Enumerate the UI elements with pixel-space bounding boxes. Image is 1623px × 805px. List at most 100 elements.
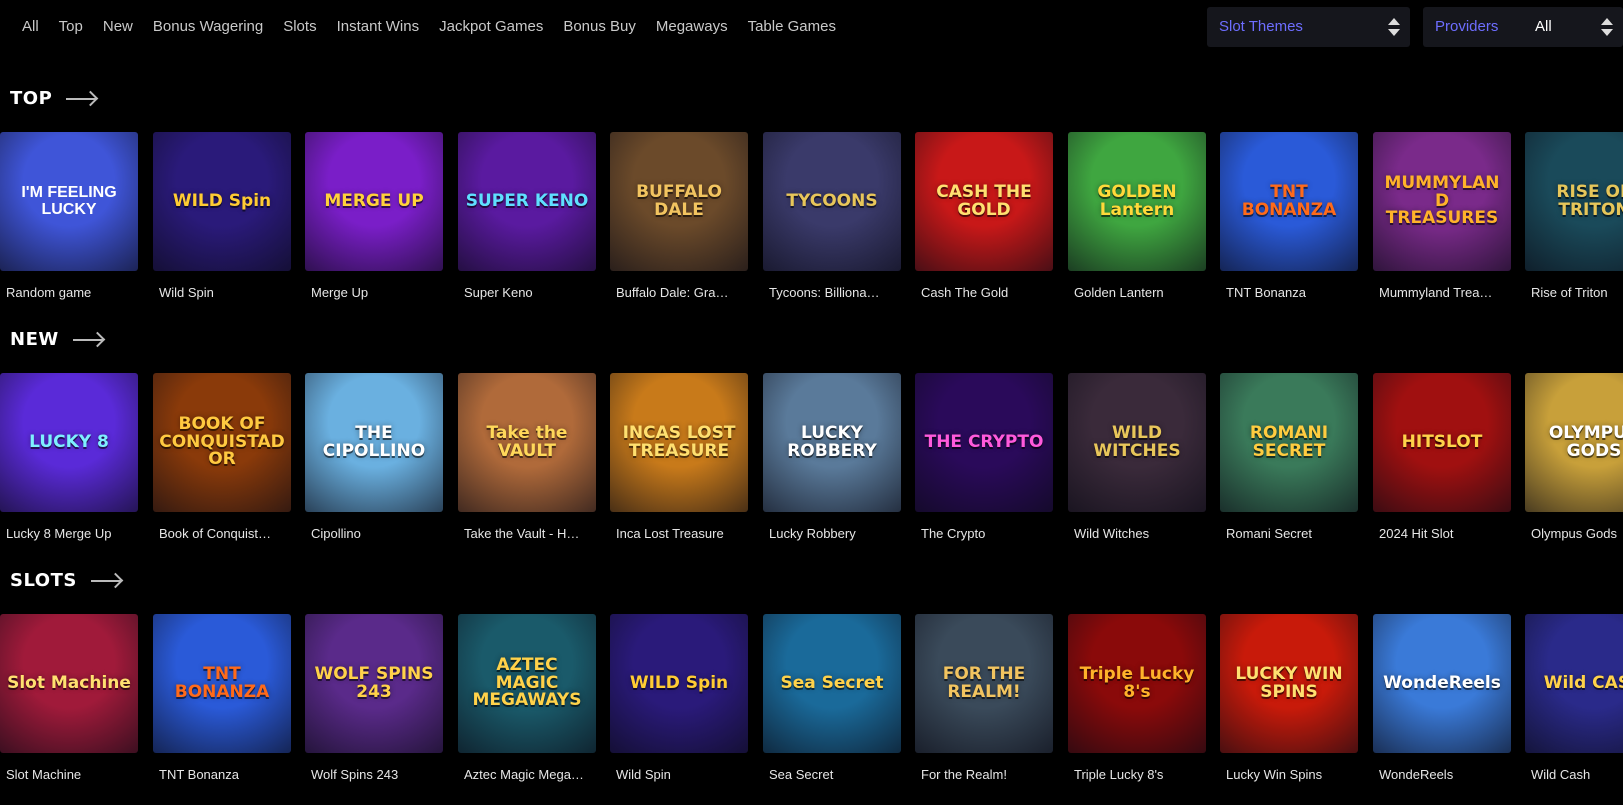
game-thumbnail[interactable]: THE CIPOLLINO bbox=[305, 373, 443, 512]
game-thumbnail[interactable]: WondeReels bbox=[1373, 614, 1511, 753]
game-name[interactable]: Wolf Spins 243 bbox=[305, 767, 443, 782]
game-card[interactable]: TYCOONS Tycoons: Billiona… bbox=[763, 132, 901, 300]
game-name[interactable]: Tycoons: Billiona… bbox=[763, 285, 901, 300]
game-thumbnail[interactable]: BUFFALO DALE bbox=[610, 132, 748, 271]
game-name[interactable]: Sea Secret bbox=[763, 767, 901, 782]
game-thumbnail[interactable]: ROMANI SECRET bbox=[1220, 373, 1358, 512]
tab-new[interactable]: New bbox=[93, 17, 143, 37]
game-card[interactable]: WILD Spin Wild Spin bbox=[610, 614, 748, 782]
game-name[interactable]: The Crypto bbox=[915, 526, 1053, 541]
game-thumbnail[interactable]: INCAS LOST TREASURE bbox=[610, 373, 748, 512]
section-title-slots[interactable]: SLOTS bbox=[10, 570, 121, 591]
game-thumbnail[interactable]: THE CRYPTO bbox=[915, 373, 1053, 512]
game-card[interactable]: THE CIPOLLINO Cipollino bbox=[305, 373, 443, 541]
game-card[interactable]: HITSLOT 2024 Hit Slot bbox=[1373, 373, 1511, 541]
game-thumbnail[interactable]: WOLF SPINS 243 bbox=[305, 614, 443, 753]
game-name[interactable]: TNT Bonanza bbox=[153, 767, 291, 782]
game-card[interactable]: LUCKY ROBBERY Lucky Robbery bbox=[763, 373, 901, 541]
game-name[interactable]: Book of Conquist… bbox=[153, 526, 291, 541]
game-thumbnail[interactable]: AZTEC MAGIC MEGAWAYS bbox=[458, 614, 596, 753]
section-title-top[interactable]: TOP bbox=[10, 88, 97, 109]
game-thumbnail[interactable]: OLYMPUS GODS bbox=[1525, 373, 1623, 512]
game-name[interactable]: Romani Secret bbox=[1220, 526, 1358, 541]
game-name[interactable]: Rise of Triton bbox=[1525, 285, 1623, 300]
game-thumbnail[interactable]: LUCKY 8 bbox=[0, 373, 138, 512]
game-thumbnail[interactable]: MERGE UP bbox=[305, 132, 443, 271]
game-name[interactable]: For the Realm! bbox=[915, 767, 1053, 782]
game-thumbnail[interactable]: HITSLOT bbox=[1373, 373, 1511, 512]
game-thumbnail[interactable]: RISE OF TRITON bbox=[1525, 132, 1623, 271]
tab-slots[interactable]: Slots bbox=[273, 17, 326, 37]
game-thumbnail[interactable]: TNT BONANZA bbox=[1220, 132, 1358, 271]
game-thumbnail[interactable]: Slot Machine bbox=[0, 614, 138, 753]
game-name[interactable]: Cash The Gold bbox=[915, 285, 1053, 300]
tab-bonus-wagering[interactable]: Bonus Wagering bbox=[143, 17, 273, 37]
game-thumbnail[interactable]: I'M FEELING LUCKY bbox=[0, 132, 138, 271]
game-card[interactable]: SUPER KENO Super Keno bbox=[458, 132, 596, 300]
game-thumbnail[interactable]: WILD Spin bbox=[153, 132, 291, 271]
game-thumbnail[interactable]: Wild CASH bbox=[1525, 614, 1623, 753]
tab-bonus-buy[interactable]: Bonus Buy bbox=[553, 17, 646, 37]
game-name[interactable]: Cipollino bbox=[305, 526, 443, 541]
game-name[interactable]: 2024 Hit Slot bbox=[1373, 526, 1511, 541]
game-name[interactable]: TNT Bonanza bbox=[1220, 285, 1358, 300]
game-card[interactable]: INCAS LOST TREASURE Inca Lost Treasure bbox=[610, 373, 748, 541]
game-name[interactable]: Wild Cash bbox=[1525, 767, 1623, 782]
game-name[interactable]: Mummyland Trea… bbox=[1373, 285, 1511, 300]
tab-table-games[interactable]: Table Games bbox=[738, 17, 846, 37]
game-card[interactable]: LUCKY 8 Lucky 8 Merge Up bbox=[0, 373, 138, 541]
game-thumbnail[interactable]: GOLDEN Lantern bbox=[1068, 132, 1206, 271]
tab-all[interactable]: All bbox=[12, 17, 49, 37]
game-card[interactable]: TNT BONANZA TNT Bonanza bbox=[153, 614, 291, 782]
game-name[interactable]: Wild Spin bbox=[153, 285, 291, 300]
game-card[interactable]: BOOK OF CONQUISTADOR Book of Conquist… bbox=[153, 373, 291, 541]
game-name[interactable]: Olympus Gods bbox=[1525, 526, 1623, 541]
game-card[interactable]: WOLF SPINS 243 Wolf Spins 243 bbox=[305, 614, 443, 782]
game-card[interactable]: Take the VAULT Take the Vault - H… bbox=[458, 373, 596, 541]
game-card[interactable]: TNT BONANZA TNT Bonanza bbox=[1220, 132, 1358, 300]
game-name[interactable]: Inca Lost Treasure bbox=[610, 526, 748, 541]
game-card[interactable]: WondeReels WondeReels bbox=[1373, 614, 1511, 782]
game-thumbnail[interactable]: CASH THE GOLD bbox=[915, 132, 1053, 271]
game-card[interactable]: I'M FEELING LUCKY Random game bbox=[0, 132, 138, 300]
tab-megaways[interactable]: Megaways bbox=[646, 17, 738, 37]
game-thumbnail[interactable]: Sea Secret bbox=[763, 614, 901, 753]
game-name[interactable]: Wild Spin bbox=[610, 767, 748, 782]
game-thumbnail[interactable]: Triple Lucky 8's bbox=[1068, 614, 1206, 753]
game-thumbnail[interactable]: SUPER KENO bbox=[458, 132, 596, 271]
game-name[interactable]: Golden Lantern bbox=[1068, 285, 1206, 300]
game-name[interactable]: Random game bbox=[0, 285, 138, 300]
game-name[interactable]: Wild Witches bbox=[1068, 526, 1206, 541]
game-thumbnail[interactable]: Take the VAULT bbox=[458, 373, 596, 512]
game-thumbnail[interactable]: MUMMYLAND TREASURES bbox=[1373, 132, 1511, 271]
game-card[interactable]: BUFFALO DALE Buffalo Dale: Gra… bbox=[610, 132, 748, 300]
game-card[interactable]: Slot Machine Slot Machine bbox=[0, 614, 138, 782]
tab-instant-wins[interactable]: Instant Wins bbox=[327, 17, 430, 37]
game-name[interactable]: Lucky Robbery bbox=[763, 526, 901, 541]
game-card[interactable]: AZTEC MAGIC MEGAWAYS Aztec Magic Mega… bbox=[458, 614, 596, 782]
game-name[interactable]: Merge Up bbox=[305, 285, 443, 300]
tab-top[interactable]: Top bbox=[49, 17, 93, 37]
game-card[interactable]: Triple Lucky 8's Triple Lucky 8's bbox=[1068, 614, 1206, 782]
game-name[interactable]: Super Keno bbox=[458, 285, 596, 300]
game-thumbnail[interactable]: FOR THE REALM! bbox=[915, 614, 1053, 753]
game-card[interactable]: ROMANI SECRET Romani Secret bbox=[1220, 373, 1358, 541]
game-name[interactable]: Buffalo Dale: Gra… bbox=[610, 285, 748, 300]
game-card[interactable]: GOLDEN Lantern Golden Lantern bbox=[1068, 132, 1206, 300]
game-name[interactable]: WondeReels bbox=[1373, 767, 1511, 782]
game-name[interactable]: Aztec Magic Mega… bbox=[458, 767, 596, 782]
game-thumbnail[interactable]: LUCKY ROBBERY bbox=[763, 373, 901, 512]
game-thumbnail[interactable]: WILD WITCHES bbox=[1068, 373, 1206, 512]
game-name[interactable]: Triple Lucky 8's bbox=[1068, 767, 1206, 782]
game-thumbnail[interactable]: BOOK OF CONQUISTADOR bbox=[153, 373, 291, 512]
game-name[interactable]: Lucky 8 Merge Up bbox=[0, 526, 138, 541]
game-card[interactable]: OLYMPUS GODS Olympus Gods bbox=[1525, 373, 1623, 541]
game-card[interactable]: MUMMYLAND TREASURES Mummyland Trea… bbox=[1373, 132, 1511, 300]
slot-themes-select[interactable]: Slot Themes bbox=[1207, 7, 1410, 47]
game-name[interactable]: Lucky Win Spins bbox=[1220, 767, 1358, 782]
game-name[interactable]: Take the Vault - H… bbox=[458, 526, 596, 541]
game-thumbnail[interactable]: LUCKY WIN SPINS bbox=[1220, 614, 1358, 753]
tab-jackpot-games[interactable]: Jackpot Games bbox=[429, 17, 553, 37]
game-thumbnail[interactable]: WILD Spin bbox=[610, 614, 748, 753]
game-name[interactable]: Slot Machine bbox=[0, 767, 138, 782]
